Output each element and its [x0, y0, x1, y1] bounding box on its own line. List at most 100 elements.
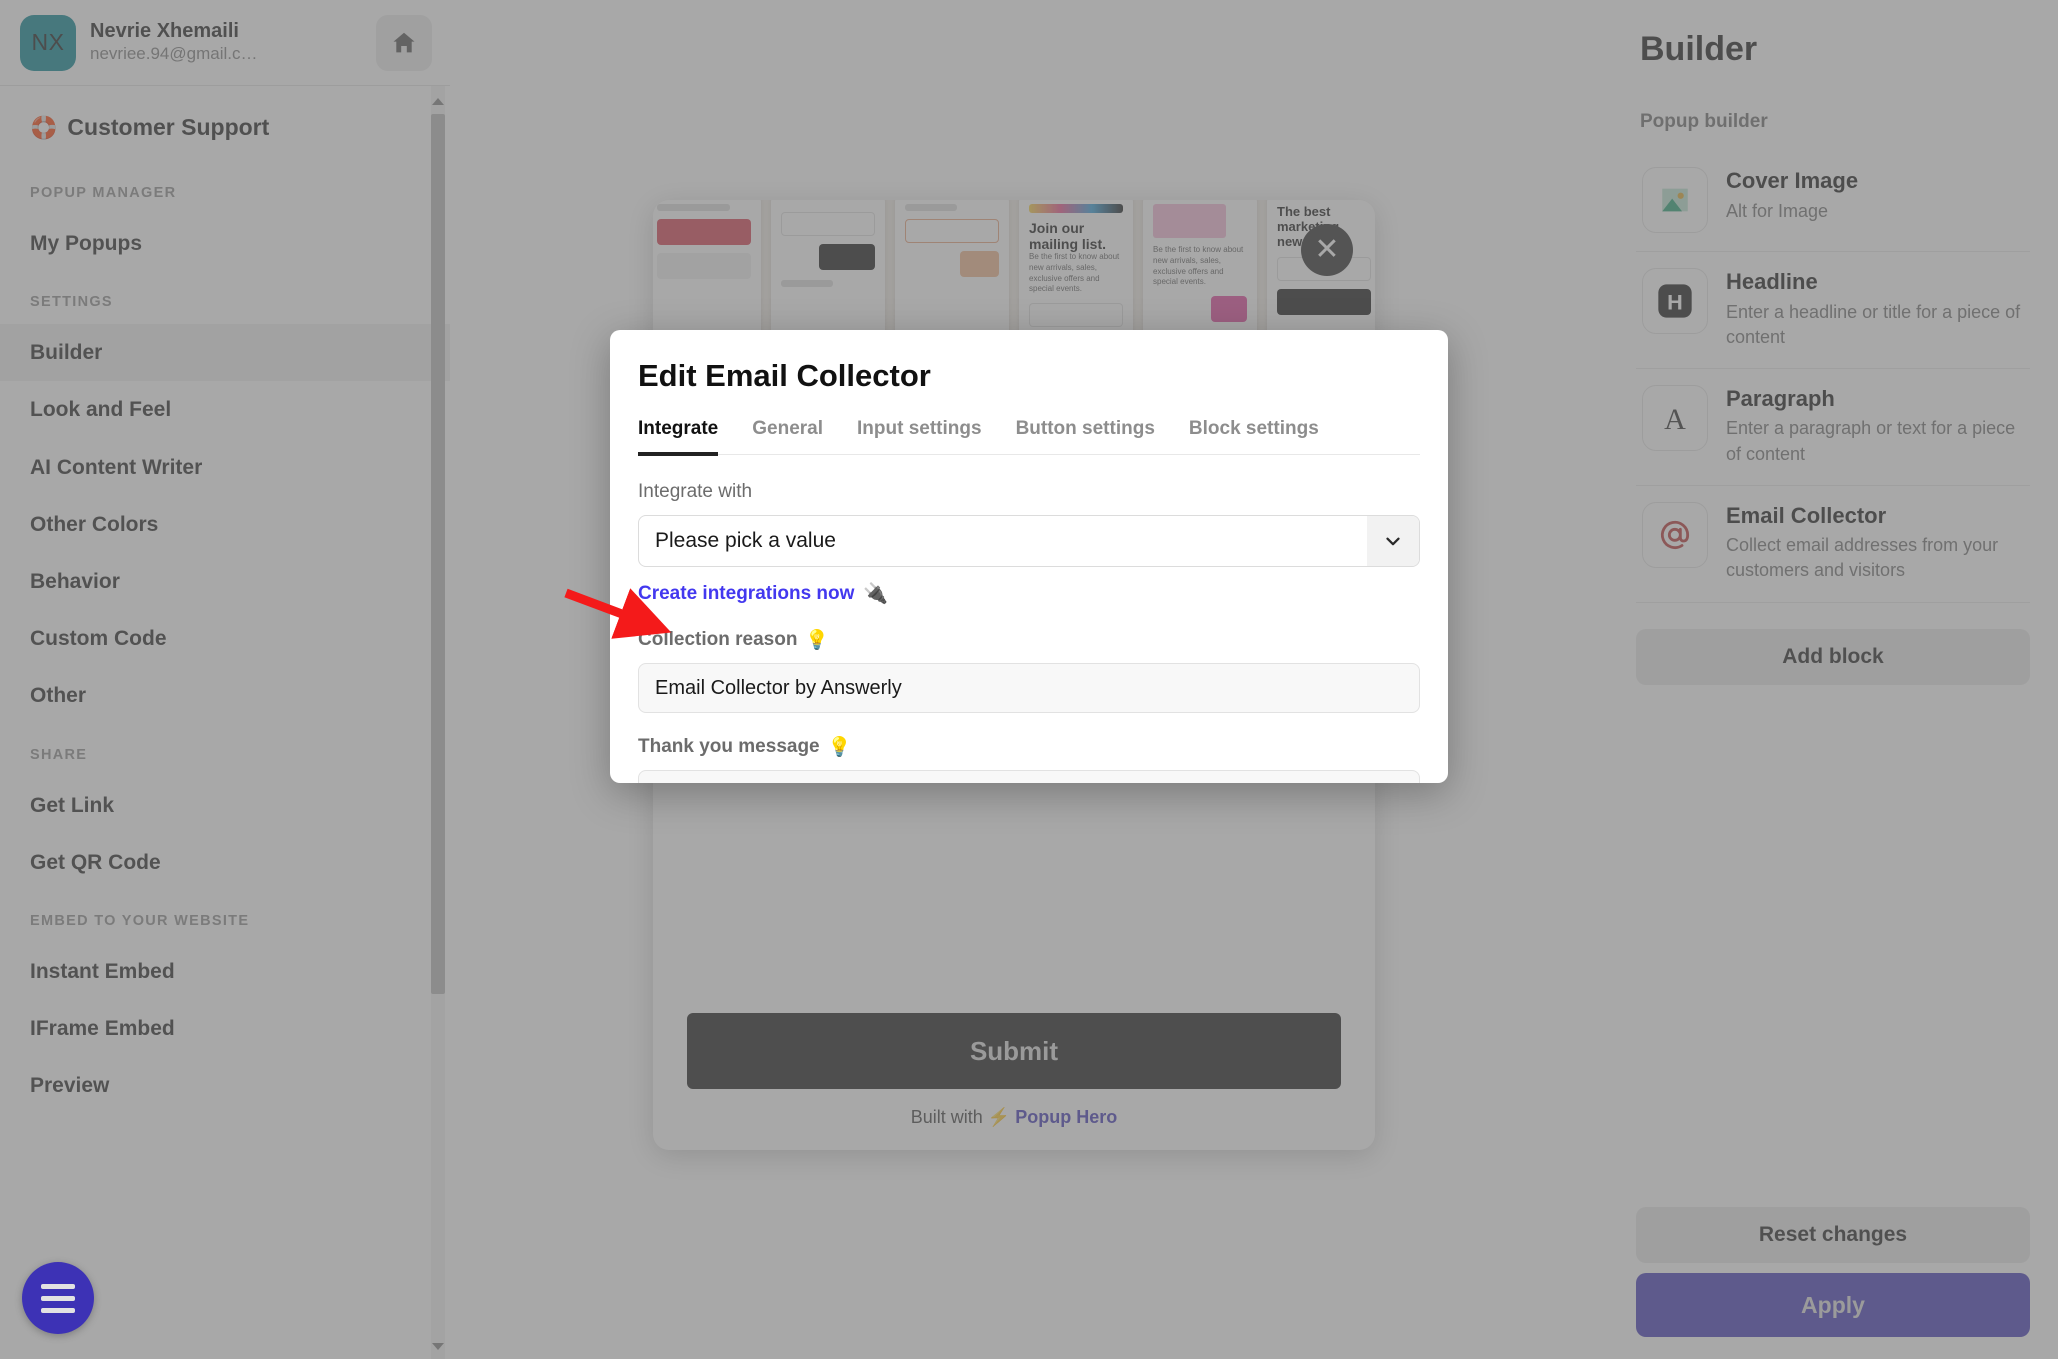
chevron-up-icon	[432, 97, 444, 105]
hamburger-line	[41, 1283, 75, 1289]
sidebar-item-custom-code[interactable]: Custom Code	[0, 610, 450, 667]
tab-general[interactable]: General	[752, 418, 823, 456]
tab-input-settings[interactable]: Input settings	[857, 418, 982, 456]
collection-reason-input[interactable]	[638, 663, 1420, 713]
block-description: Enter a headline or title for a piece of…	[1726, 301, 2021, 347]
select-toggle[interactable]	[1367, 516, 1419, 566]
block-item-headline[interactable]: H Headline Enter a headline or title for a…	[1636, 252, 2030, 369]
home-icon	[393, 32, 415, 52]
sidebar-item-other[interactable]: Other	[0, 667, 450, 724]
submit-button[interactable]: Submit	[687, 1013, 1341, 1089]
modal-tabs: Integrate General Input settings Button set…	[638, 418, 1420, 456]
panel-title: Builder	[1640, 30, 1758, 68]
home-button[interactable]	[376, 14, 432, 71]
built-with-label: Built with	[910, 1107, 983, 1127]
popup-close-button[interactable]: ✕	[1301, 224, 1353, 276]
image-icon	[1642, 167, 1708, 233]
thank-you-message-label: Thank you message	[638, 736, 820, 757]
sidebar-scrollbar-thumb[interactable]	[431, 114, 445, 994]
scroll-up-button[interactable]	[431, 90, 445, 112]
left-sidebar: NX Nevrie Xhemaili nevriee.94@gmail.c… 🛟…	[0, 0, 450, 1359]
block-name: Cover Image	[1726, 168, 1859, 193]
integrate-with-label: Integrate with	[638, 481, 753, 502]
account-email: nevriee.94@gmail.c…	[90, 44, 258, 64]
edit-email-collector-modal: Edit Email Collector Integrate General Inp…	[610, 330, 1448, 783]
block-item-cover-image[interactable]: Cover Image Alt for Image	[1636, 151, 2030, 252]
right-panel: Builder Popup builder Cover Image Alt for…	[1608, 0, 2058, 1359]
account-info: Nevrie Xhemaili nevriee.94@gmail.c…	[90, 19, 362, 65]
account-header: NX Nevrie Xhemaili nevriee.94@gmail.c…	[0, 0, 450, 85]
create-integrations-row: Create integrations now 🔌	[638, 581, 1420, 606]
integrate-with-select[interactable]: Please pick a value	[638, 515, 1420, 567]
sidebar-item-my-popups[interactable]: My Popups	[0, 215, 450, 272]
lifebuoy-icon: 🛟	[30, 114, 58, 140]
block-description: Enter a paragraph or text for a piece of…	[1726, 418, 2016, 464]
svg-text:A: A	[1664, 402, 1686, 436]
panel-actions: Reset changes Apply	[1636, 1207, 2030, 1359]
chevron-down-icon	[432, 1342, 444, 1350]
integrate-with-value: Please pick a value	[655, 529, 836, 552]
block-item-email-collector[interactable]: Email Collector Collect email addresses f…	[1636, 486, 2030, 603]
thank-you-message-input[interactable]	[638, 770, 1420, 783]
sidebar-scroll-area: 🛟 Customer Support POPUP MANAGER My Popup…	[0, 85, 450, 1359]
block-text: Cover Image Alt for Image	[1726, 167, 2024, 224]
sidebar-item-get-qr-code[interactable]: Get QR Code	[0, 834, 450, 891]
lightning-icon: ⚡	[987, 1107, 1011, 1127]
sidebar-item-instant-embed[interactable]: Instant Embed	[0, 943, 450, 1000]
chevron-down-icon	[1386, 537, 1400, 546]
sidebar-item-look-and-feel[interactable]: Look and Feel	[0, 381, 450, 438]
panel-section-label: Popup builder	[1640, 111, 1768, 132]
block-text: Email Collector Collect email addresses f…	[1726, 502, 2024, 584]
modal-header: Edit Email Collector Integrate General Inp…	[610, 330, 1448, 456]
block-list: Cover Image Alt for Image H Headline Enter a…	[1636, 151, 2030, 603]
plug-icon: 🔌	[863, 583, 889, 605]
block-name: Paragraph	[1726, 385, 1835, 411]
sidebar-item-preview[interactable]: Preview	[0, 1057, 450, 1114]
avatar: NX	[20, 14, 76, 71]
hamburger-line	[41, 1295, 75, 1301]
paragraph-a-icon: A	[1642, 384, 1708, 451]
lightbulb-icon: 💡	[827, 737, 852, 758]
workspace-title-label: Customer Support	[67, 114, 270, 140]
sidebar-nav: POPUP MANAGER My Popups SETTINGS Builder Loo…	[0, 163, 450, 1114]
create-integrations-link[interactable]: Create integrations now	[638, 583, 854, 605]
menu-fab-button[interactable]	[22, 1262, 94, 1334]
thank-you-label-row: Thank you message 💡	[638, 735, 1420, 759]
sidebar-item-iframe-embed[interactable]: IFrame Embed	[0, 1000, 450, 1057]
modal-body: Integrate with Please pick a value Creat…	[610, 455, 1448, 783]
sidebar-item-other-colors[interactable]: Other Colors	[0, 496, 450, 553]
collection-reason-group: Collection reason 💡	[638, 628, 1420, 713]
hamburger-line	[41, 1307, 75, 1313]
add-block-button[interactable]: Add block	[1636, 628, 2030, 685]
sidebar-item-behavior[interactable]: Behavior	[0, 553, 450, 610]
modal-title: Edit Email Collector	[638, 358, 931, 393]
block-name: Headline	[1726, 269, 1818, 294]
headline-h-icon: H	[1642, 268, 1708, 334]
thank-you-group: Thank you message 💡	[638, 735, 1420, 783]
tab-button-settings[interactable]: Button settings	[1016, 418, 1155, 456]
sidebar-group-label: SETTINGS	[30, 294, 113, 311]
popup-hero-link[interactable]: Popup Hero	[1015, 1107, 1117, 1127]
sidebar-group-label: EMBED TO YOUR WEBSITE	[30, 912, 250, 929]
block-item-paragraph[interactable]: A Paragraph Enter a paragraph or text for …	[1636, 369, 2030, 486]
sidebar-item-get-link[interactable]: Get Link	[0, 777, 450, 834]
block-text: Paragraph Enter a paragraph or text for a…	[1726, 385, 2024, 467]
built-with-credit: Built with ⚡ Popup Hero	[687, 1107, 1341, 1128]
scroll-down-button[interactable]	[431, 1335, 445, 1357]
sidebar-item-ai-content-writer[interactable]: AI Content Writer	[0, 439, 450, 496]
block-description: Collect email addresses from your custom…	[1726, 535, 1999, 581]
at-sign-icon	[1642, 501, 1708, 568]
tab-integrate[interactable]: Integrate	[638, 418, 719, 456]
reset-changes-button[interactable]: Reset changes	[1636, 1207, 2030, 1263]
collection-reason-label-row: Collection reason 💡	[638, 628, 1420, 652]
apply-button[interactable]: Apply	[1636, 1273, 2030, 1337]
block-name: Email Collector	[1726, 502, 1887, 528]
tab-block-settings[interactable]: Block settings	[1189, 418, 1319, 456]
collection-reason-label: Collection reason	[638, 629, 798, 650]
sidebar-group-label: SHARE	[30, 746, 88, 763]
workspace-title: 🛟 Customer Support	[0, 96, 450, 163]
block-description: Alt for Image	[1726, 200, 1829, 221]
popup-footer: Submit Built with ⚡ Popup Hero	[653, 1013, 1375, 1150]
sidebar-item-builder[interactable]: Builder	[0, 324, 450, 382]
svg-text:H: H	[1667, 289, 1683, 314]
